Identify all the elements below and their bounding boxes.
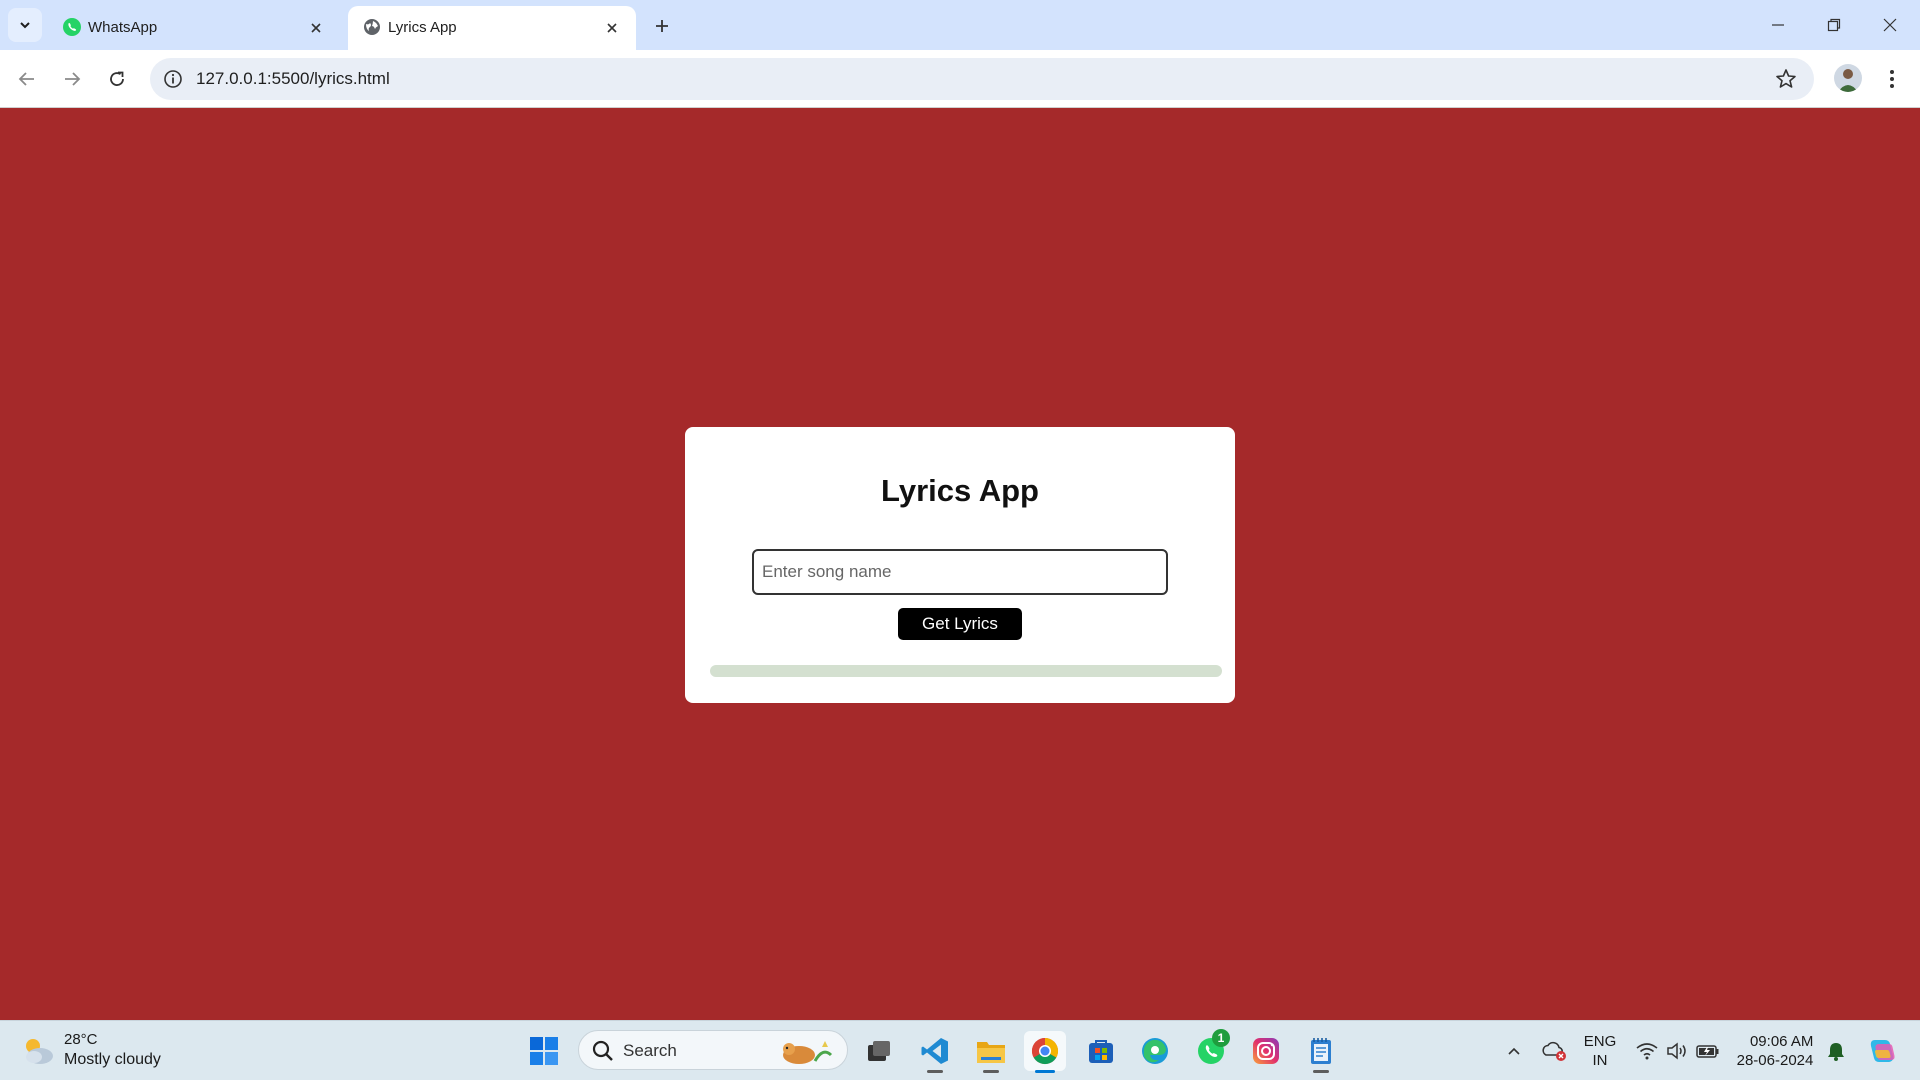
bell-icon	[1828, 1043, 1844, 1061]
close-window-button[interactable]	[1862, 0, 1918, 50]
running-indicator	[927, 1070, 943, 1073]
taskbar-task-view[interactable]	[858, 1031, 900, 1071]
profile-avatar[interactable]	[1834, 64, 1862, 92]
site-info-icon[interactable]	[162, 68, 184, 90]
task-view-icon	[868, 1041, 890, 1061]
chrome-icon	[1031, 1037, 1059, 1065]
language-region: IN	[1592, 1052, 1608, 1069]
search-highlight-illustration	[783, 1041, 833, 1064]
tab-title: Lyrics App	[388, 19, 457, 36]
taskbar-chrome[interactable]	[1024, 1031, 1066, 1073]
new-tab-button[interactable]	[648, 12, 676, 40]
store-icon	[1089, 1040, 1113, 1063]
search-label: Search	[623, 1041, 677, 1060]
taskbar-vscode[interactable]	[914, 1031, 956, 1073]
partly-cloudy-icon	[26, 1039, 53, 1064]
clock-time: 09:06 AM	[1749, 1033, 1814, 1050]
tab-strip: WhatsApp Lyrics App	[0, 0, 1920, 50]
address-bar[interactable]: 127.0.0.1:5500/lyrics.html	[150, 58, 1814, 100]
bookmark-star-icon[interactable]	[1774, 67, 1798, 91]
language-indicator[interactable]: ENG IN	[1578, 1021, 1622, 1080]
network-status[interactable]	[1632, 1021, 1662, 1080]
start-button[interactable]	[523, 1031, 565, 1071]
clock-date: 28-06-2024	[1736, 1052, 1814, 1069]
lyrics-card: Lyrics App Get Lyrics	[685, 427, 1235, 703]
taskbar-instagram[interactable]	[1245, 1031, 1287, 1071]
whatsapp-icon	[63, 18, 81, 36]
onedrive-status[interactable]	[1538, 1021, 1570, 1080]
onedrive-error-icon	[1542, 1041, 1566, 1061]
clock[interactable]: 09:06 AM 28-06-2024	[1732, 1021, 1818, 1080]
reload-icon	[110, 71, 124, 86]
notepad-icon	[1311, 1038, 1331, 1064]
taskbar: 28°C Mostly cloudy Search 1 ENG IN 09:06…	[0, 1020, 1920, 1080]
taskbar-search[interactable]: Search	[578, 1030, 848, 1070]
taskbar-edge[interactable]	[1134, 1031, 1176, 1071]
kebab-menu-icon	[1890, 70, 1894, 88]
browser-menu-button[interactable]	[1880, 62, 1904, 96]
minimize-button[interactable]	[1750, 0, 1806, 50]
restore-icon	[1827, 18, 1841, 32]
forward-button[interactable]	[55, 62, 89, 96]
windows-start-icon	[530, 1037, 558, 1065]
close-icon	[1883, 18, 1897, 32]
plus-icon	[656, 20, 668, 32]
arrow-left-icon	[18, 72, 34, 86]
lyrics-output-area	[710, 665, 1222, 677]
arrow-right-icon	[65, 72, 81, 86]
globe-icon	[364, 19, 380, 35]
wifi-icon	[1636, 1043, 1658, 1060]
battery-charging-icon	[1696, 1045, 1719, 1058]
running-indicator	[1035, 1070, 1055, 1073]
back-button[interactable]	[10, 62, 44, 96]
copilot-button[interactable]	[1862, 1021, 1902, 1080]
speaker-icon	[1667, 1042, 1686, 1060]
minimize-icon	[1772, 24, 1784, 26]
tab-search-button[interactable]	[8, 8, 42, 42]
tab-lyrics-app[interactable]: Lyrics App	[348, 6, 636, 50]
taskbar-whatsapp[interactable]: 1	[1190, 1029, 1232, 1071]
show-hidden-icons-button[interactable]	[1500, 1021, 1528, 1080]
url-text[interactable]: 127.0.0.1:5500/lyrics.html	[196, 69, 390, 89]
taskbar-file-explorer[interactable]	[970, 1031, 1012, 1073]
chevron-up-icon	[1508, 1047, 1520, 1055]
get-lyrics-button[interactable]: Get Lyrics	[898, 608, 1022, 640]
volume-control[interactable]	[1662, 1021, 1692, 1080]
edge-icon	[1142, 1038, 1168, 1064]
notifications-button[interactable]	[1822, 1021, 1850, 1080]
tab-whatsapp[interactable]: WhatsApp	[48, 6, 340, 50]
song-name-input[interactable]	[752, 549, 1168, 595]
weather-condition: Mostly cloudy	[64, 1051, 161, 1068]
notification-badge: 1	[1212, 1029, 1230, 1047]
vscode-icon	[921, 1038, 948, 1064]
close-tab-icon[interactable]	[306, 18, 326, 38]
search-icon	[592, 1040, 613, 1061]
browser-toolbar: 127.0.0.1:5500/lyrics.html	[0, 50, 1920, 108]
battery-status[interactable]	[1692, 1021, 1724, 1080]
close-tab-icon[interactable]	[602, 18, 622, 38]
copilot-icon	[1870, 1040, 1895, 1062]
taskbar-notepad[interactable]	[1300, 1031, 1342, 1073]
tab-title: WhatsApp	[88, 19, 158, 36]
restore-button[interactable]	[1806, 0, 1862, 50]
weather-widget[interactable]: 28°C Mostly cloudy	[20, 1031, 200, 1073]
weather-temperature: 28°C	[64, 1031, 98, 1048]
avatar-icon	[1838, 69, 1858, 92]
language-code: ENG	[1583, 1033, 1617, 1050]
file-explorer-icon	[977, 1042, 1005, 1063]
page-viewport: Lyrics App Get Lyrics	[0, 108, 1920, 1020]
instagram-icon	[1253, 1038, 1279, 1064]
taskbar-store[interactable]	[1080, 1031, 1122, 1071]
running-indicator	[983, 1070, 999, 1073]
chevron-down-icon	[20, 22, 30, 29]
app-title: Lyrics App	[881, 473, 1039, 508]
running-indicator	[1313, 1070, 1329, 1073]
reload-button[interactable]	[100, 62, 134, 96]
